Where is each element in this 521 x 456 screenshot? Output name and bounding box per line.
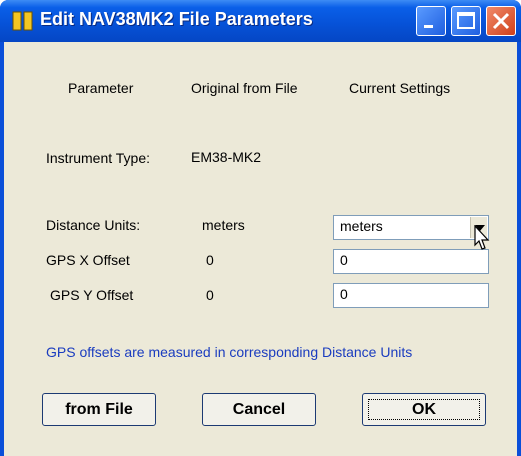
- distance-units-original: meters: [202, 217, 245, 233]
- instrument-type-value: EM38-MK2: [191, 149, 262, 165]
- dialog-body: Parameter Original from File Current Set…: [4, 42, 517, 456]
- minimize-button[interactable]: [416, 6, 446, 36]
- minimize-icon: [424, 25, 433, 28]
- gps-y-offset-input[interactable]: 0: [333, 283, 489, 308]
- app-icon: [12, 11, 33, 31]
- column-header-original: Original from File: [191, 80, 298, 96]
- from-file-button[interactable]: from File: [42, 393, 156, 426]
- units-note: GPS offsets are measured in correspondin…: [46, 344, 413, 360]
- distance-units-label: Distance Units:: [46, 217, 141, 233]
- cancel-button[interactable]: Cancel: [202, 393, 316, 426]
- gps-y-offset-original: 0: [206, 287, 214, 303]
- gps-x-offset-original: 0: [206, 252, 214, 268]
- close-icon: [492, 12, 510, 30]
- window-title: Edit NAV38MK2 File Parameters: [40, 9, 313, 29]
- distance-units-select[interactable]: meters: [333, 215, 489, 240]
- column-header-parameter: Parameter: [68, 80, 134, 96]
- maximize-button[interactable]: [451, 6, 481, 36]
- maximize-icon: [457, 12, 475, 29]
- distance-units-selected: meters: [340, 218, 383, 234]
- ok-button[interactable]: OK: [362, 393, 486, 426]
- title-bar[interactable]: Edit NAV38MK2 File Parameters: [0, 0, 521, 42]
- column-header-current: Current Settings: [349, 80, 451, 96]
- gps-x-offset-label: GPS X Offset: [46, 252, 130, 268]
- dialog-window: Edit NAV38MK2 File Parameters Parameter …: [0, 0, 521, 456]
- mouse-cursor-icon: [474, 225, 490, 250]
- gps-x-offset-input[interactable]: 0: [333, 249, 489, 274]
- close-button[interactable]: [486, 6, 516, 36]
- instrument-type-label: Instrument Type:: [46, 150, 151, 166]
- gps-y-offset-label: GPS Y Offset: [50, 287, 134, 303]
